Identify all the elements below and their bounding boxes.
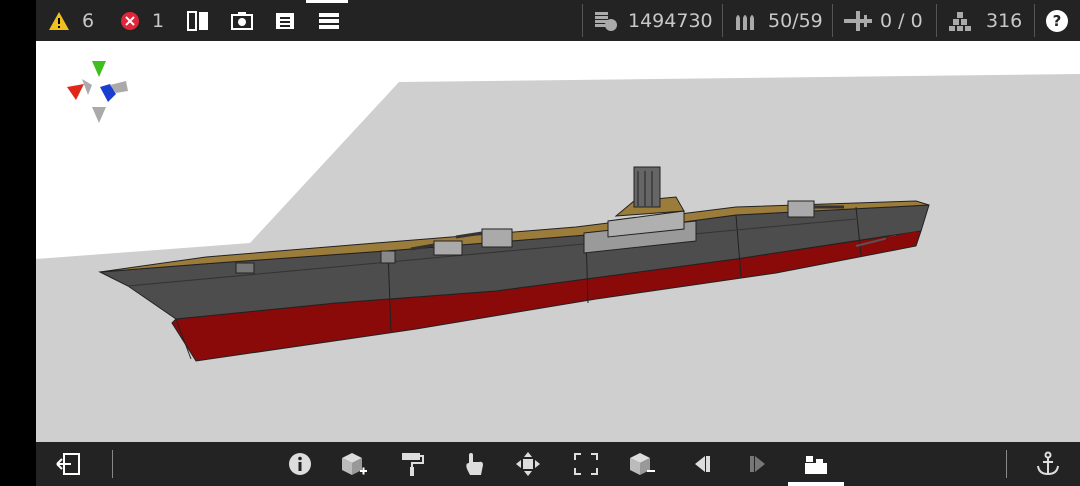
exit-icon: [56, 453, 80, 475]
remove-part-button[interactable]: [628, 450, 656, 478]
ammo-value: 50/59: [768, 9, 823, 32]
divider: [582, 4, 583, 37]
info-button[interactable]: [286, 450, 314, 478]
cubes-icon: [949, 11, 971, 31]
orientation-gizmo[interactable]: [64, 57, 134, 127]
cost-stat: 1494730: [594, 0, 713, 41]
coins-icon: [595, 11, 617, 31]
errors-indicator[interactable]: 1: [120, 0, 164, 41]
select-button[interactable]: [460, 450, 488, 478]
bottom-toolbar: [36, 442, 1080, 486]
ammo-stat: 50/59: [734, 0, 823, 41]
top-active-marker: [306, 0, 348, 3]
3d-viewport[interactable]: [36, 41, 1080, 442]
scale-button[interactable]: [572, 450, 600, 478]
add-part-button[interactable]: [340, 450, 368, 478]
anchor-icon: [1037, 451, 1059, 476]
info-icon: [289, 453, 311, 475]
bottom-active-marker: [788, 482, 844, 486]
airplane-icon: [844, 10, 872, 31]
screenshot-button[interactable]: [230, 0, 254, 41]
cost-value: 1494730: [628, 9, 713, 32]
scene: [36, 74, 1080, 442]
camera-icon: [231, 11, 253, 30]
menu-button[interactable]: [318, 0, 340, 41]
warning-icon: [49, 11, 69, 30]
divider: [112, 450, 113, 478]
move-arrows-icon: [516, 452, 540, 476]
paint-roller-icon: [402, 453, 424, 476]
menu-icon: [319, 12, 339, 29]
exit-button[interactable]: [54, 450, 82, 478]
clipboard-icon: [276, 12, 294, 29]
error-icon: [121, 11, 139, 30]
side-view-button[interactable]: [802, 450, 830, 478]
remove-cube-icon: [630, 453, 655, 475]
aircraft-stat: 0 / 0: [842, 0, 923, 41]
divider: [936, 4, 937, 37]
resize-icon: [574, 453, 598, 475]
top-toolbar: 6 1 1494730 50/59 0 / 0 316 ?: [36, 0, 1080, 41]
redo-button[interactable]: [744, 450, 772, 478]
divider: [1034, 4, 1035, 37]
errors-count: 1: [152, 9, 165, 32]
warnings-indicator[interactable]: 6: [48, 0, 94, 41]
paint-button[interactable]: [398, 450, 426, 478]
divider: [1006, 450, 1007, 478]
parts-value: 316: [986, 9, 1023, 32]
divider: [722, 4, 723, 37]
step-forward-icon: [750, 456, 765, 472]
anchor-button[interactable]: [1034, 450, 1062, 478]
symmetry-button[interactable]: [186, 0, 210, 41]
divider: [832, 4, 833, 37]
hand-pointer-icon: [466, 453, 483, 475]
help-button[interactable]: ?: [1046, 0, 1068, 41]
left-strip: [0, 0, 36, 486]
parts-stat: 316: [948, 0, 1022, 41]
undo-button[interactable]: [688, 450, 716, 478]
step-back-icon: [695, 456, 710, 472]
move-button[interactable]: [514, 450, 542, 478]
save-button[interactable]: [274, 0, 296, 41]
ship-side-icon: [805, 456, 827, 474]
add-cube-icon: [342, 453, 367, 475]
ammo-icon: [736, 14, 754, 30]
mirror-icon: [187, 10, 208, 31]
warnings-count: 6: [82, 9, 95, 32]
aircraft-value: 0 / 0: [880, 9, 923, 32]
help-icon: ?: [1046, 9, 1068, 32]
